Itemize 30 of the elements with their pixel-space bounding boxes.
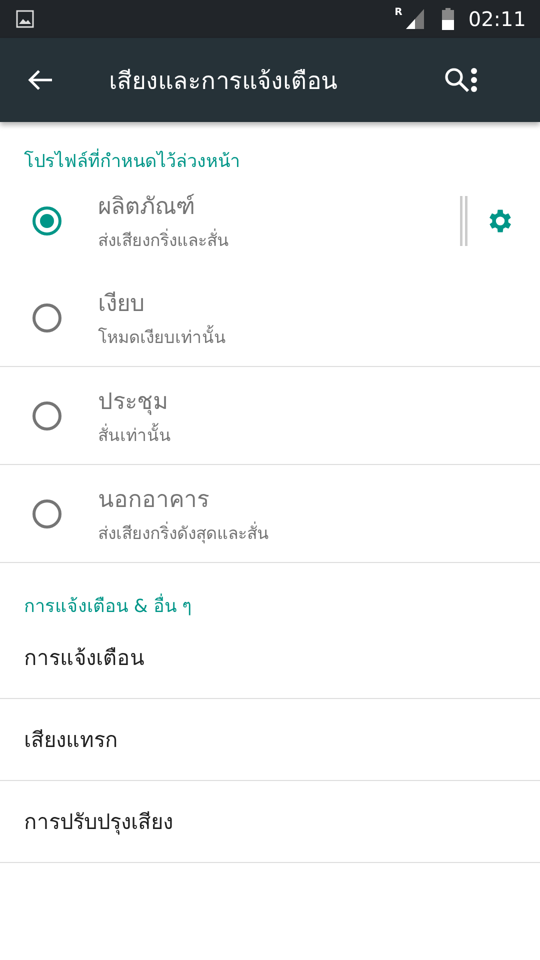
section-header: โปรไฟล์ที่กำหนดไว้ล่วงหน้า bbox=[0, 122, 540, 172]
search-icon[interactable] bbox=[444, 67, 470, 93]
profile-title: ผลิตภัณฑ์ bbox=[98, 192, 196, 222]
profile-item[interactable]: เงียบ โหมดเงียบเท่านั้น bbox=[0, 269, 540, 367]
profile-subtitle: โหมดเงียบเท่านั้น bbox=[98, 323, 516, 350]
radio-icon[interactable] bbox=[32, 302, 62, 332]
more-options-icon[interactable] bbox=[470, 67, 478, 93]
radio-icon[interactable] bbox=[32, 400, 62, 430]
profile-item[interactable]: นอกอาคาร ส่งเสียงกริ่งดังสุดและสั่น bbox=[0, 465, 540, 563]
settings-item[interactable]: การแจ้งเตือน bbox=[0, 617, 540, 699]
screen-title: เสียงและการแจ้งเตือน bbox=[109, 66, 338, 96]
roaming-label: R bbox=[394, 7, 402, 18]
profile-subtitle: สั่นเท่านั้น bbox=[98, 421, 516, 448]
profile-item[interactable]: ผลิตภัณฑ์ ส่งเสียงกริ่งและสั่น bbox=[0, 172, 540, 269]
image-icon bbox=[16, 10, 34, 28]
section-header: การแจ้งเตือน & อื่น ๆ bbox=[0, 563, 540, 617]
settings-item[interactable]: เสียงแทรก bbox=[0, 699, 540, 781]
profile-item[interactable]: ประชุม สั่นเท่านั้น bbox=[0, 367, 540, 465]
radio-selected-icon[interactable] bbox=[32, 206, 62, 236]
profile-title: นอกอาคาร bbox=[98, 486, 210, 515]
battery-icon bbox=[442, 8, 454, 30]
clock: 02:11 bbox=[468, 7, 526, 31]
profile-subtitle: ส่งเสียงกริ่งและสั่น bbox=[98, 226, 460, 253]
profile-title: ประชุม bbox=[98, 388, 169, 417]
signal-icon bbox=[406, 9, 424, 29]
radio-icon[interactable] bbox=[32, 498, 62, 528]
profile-title: เงียบ bbox=[98, 290, 146, 319]
settings-item[interactable]: การปรับปรุงเสียง bbox=[0, 781, 540, 863]
back-icon[interactable] bbox=[28, 69, 54, 91]
profile-subtitle: ส่งเสียงกริ่งดังสุดและสั่น bbox=[98, 519, 516, 546]
